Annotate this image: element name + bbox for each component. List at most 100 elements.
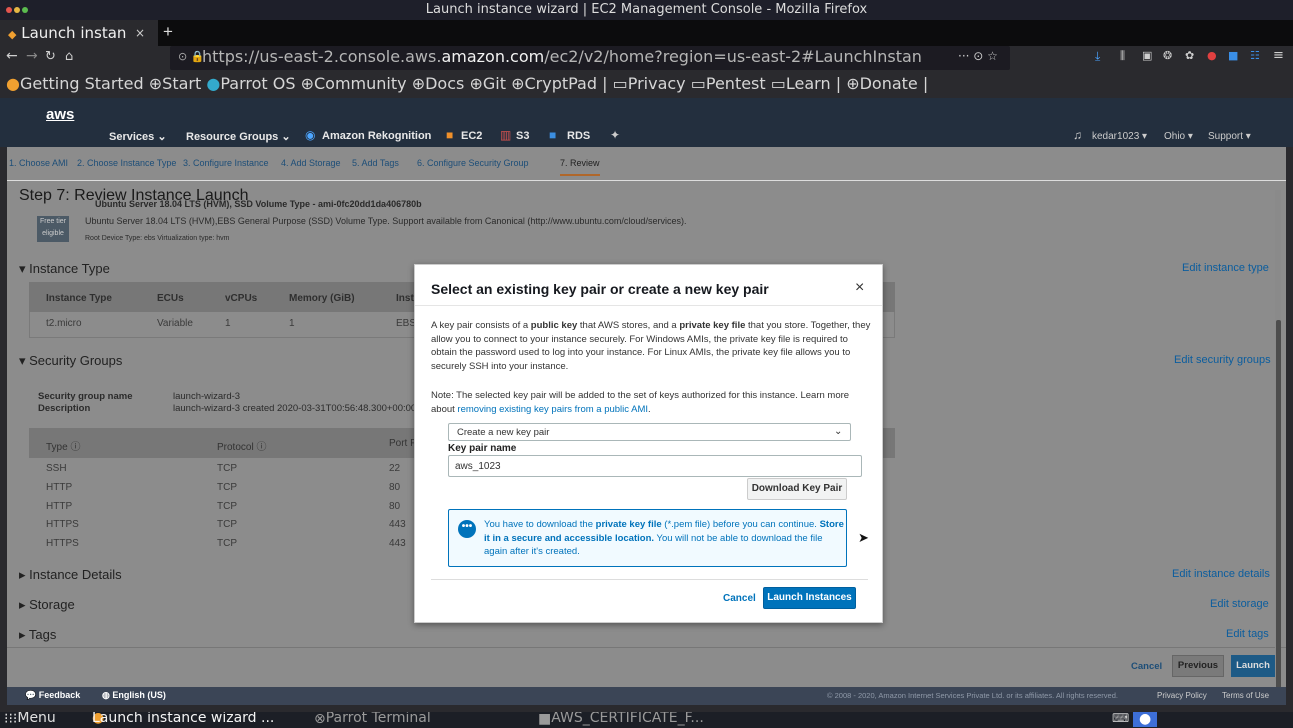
modal-header-divider [415, 305, 882, 306]
bookmarks-bar: ●Getting Started ⊕Start ●Parrot OS ⊕Comm… [0, 70, 1293, 98]
step-add-storage[interactable]: 4. Add Storage [281, 158, 341, 168]
aws-top-nav: aws Services ⌄ Resource Groups ⌄ ◉ Amazo… [0, 98, 1293, 147]
step-security-group[interactable]: 6. Configure Security Group [417, 158, 529, 168]
bookmark-learn[interactable]: ▭Learn [771, 74, 831, 93]
pin-icon[interactable]: ✦ [610, 128, 620, 142]
reload-icon[interactable]: ↻ [45, 49, 56, 64]
menu-icon[interactable]: ≡ [1273, 48, 1284, 63]
section-security-groups[interactable]: ▾ Security Groups [19, 353, 122, 369]
key-pair-explanation: A key pair consists of a public key that… [431, 320, 871, 372]
scrollbar-thumb[interactable] [1276, 320, 1281, 690]
remove-key-pairs-link[interactable]: removing existing key pairs from a publi… [457, 404, 648, 415]
start-menu[interactable]: ⁝⁝⁝ Menu [4, 712, 56, 727]
tray-keyboard-icon[interactable]: ⌨ [1112, 712, 1129, 725]
region-menu[interactable]: Ohio ▾ [1164, 131, 1193, 142]
browser-tab-active[interactable]: ◆ Launch instan × [0, 20, 158, 46]
bookmark-git[interactable]: ⊕Git [469, 74, 506, 93]
modal-cancel-button[interactable]: Cancel [723, 593, 756, 604]
step-configure-instance[interactable]: 3. Configure Instance [183, 158, 269, 168]
key-pair-name-label: Key pair name [448, 443, 517, 454]
maximize-window-dot[interactable] [22, 7, 28, 13]
services-menu[interactable]: Services ⌄ [109, 130, 167, 143]
previous-button[interactable]: Previous [1172, 655, 1224, 677]
new-tab-button[interactable]: + [163, 20, 173, 44]
page-cancel-link[interactable]: Cancel [1131, 661, 1162, 672]
sg-row-protocol: TCP [217, 463, 237, 474]
section-instance-type[interactable]: ▾ Instance Type [19, 261, 110, 277]
edit-tags-link[interactable]: Edit tags [1226, 628, 1269, 640]
launch-button[interactable]: Launch [1231, 655, 1275, 677]
step-review[interactable]: 7. Review [560, 158, 600, 176]
tab-close-icon[interactable]: × [135, 20, 145, 46]
bookmark-cryptpad[interactable]: ⊕CryptPad [511, 74, 597, 93]
section-tags[interactable]: ▸ Tags [19, 627, 56, 643]
extension3-icon[interactable]: ■ [1228, 49, 1238, 62]
bookmark-community[interactable]: ⊕Community [301, 74, 407, 93]
close-icon[interactable]: × [855, 279, 864, 297]
copyright-text: © 2008 - 2020, Amazon Internet Services … [827, 691, 1118, 700]
tray-firefox-icon[interactable]: ● [1133, 712, 1158, 727]
user-menu[interactable]: kedar1023 ▾ [1092, 131, 1147, 142]
step-choose-ami[interactable]: 1. Choose AMI [9, 158, 68, 168]
extension2-icon[interactable]: ✿ [1185, 49, 1194, 62]
os-taskbar: ⁝⁝⁝ Menu ● Launch instance wizard ... ⊗ … [0, 712, 1293, 728]
bell-icon[interactable]: ♫ [1073, 128, 1082, 142]
rds-link[interactable]: RDS [567, 130, 590, 142]
edit-storage-link[interactable]: Edit storage [1210, 598, 1269, 610]
section-storage[interactable]: ▸ Storage [19, 597, 75, 613]
aws-logo[interactable]: aws [46, 106, 74, 123]
key-pair-modal: Select an existing key pair or create a … [414, 264, 883, 623]
edit-instance-details-link[interactable]: Edit instance details [1172, 568, 1270, 580]
extension4-icon[interactable]: ☷ [1250, 49, 1260, 62]
step-instance-type[interactable]: 2. Choose Instance Type [77, 158, 176, 168]
privacy-policy-link[interactable]: Privacy Policy [1157, 691, 1207, 700]
launch-instances-button[interactable]: Launch Instances [763, 587, 856, 609]
url-bar[interactable]: ⊙ 🔒 https://us-east-2.console.aws.amazon… [170, 46, 1010, 70]
bookmark-privacy[interactable]: ▭Privacy [613, 74, 686, 93]
info-alert-text: You have to download the private key fil… [484, 519, 844, 557]
key-pair-name-input[interactable] [448, 455, 862, 477]
close-window-dot[interactable] [6, 7, 12, 13]
taskbar-item-terminal[interactable]: ⊗ Parrot Terminal [314, 712, 431, 727]
support-menu[interactable]: Support ▾ [1208, 131, 1251, 142]
bookmark-docs[interactable]: ⊕Docs [412, 74, 465, 93]
divider [7, 647, 1286, 648]
home-icon[interactable]: ⌂ [65, 49, 73, 64]
download-icon[interactable]: ⤓ [1095, 49, 1100, 64]
url-text[interactable]: https://us-east-2.console.aws.amazon.com… [202, 47, 922, 66]
s3-link[interactable]: S3 [516, 130, 529, 142]
section-instance-details[interactable]: ▸ Instance Details [19, 567, 122, 583]
minimize-window-dot[interactable] [14, 7, 20, 13]
wizard-steps: 1. Choose AMI 2. Choose Instance Type 3.… [7, 147, 1286, 181]
bookmark-pentest[interactable]: ▭Pentest [691, 74, 766, 93]
library-icon[interactable]: ⫼ [1120, 49, 1125, 63]
step-add-tags[interactable]: 5. Add Tags [352, 158, 399, 168]
cell-ecus: Variable [157, 318, 193, 329]
resource-groups-menu[interactable]: Resource Groups ⌄ [186, 130, 291, 143]
extension-icon[interactable]: ❂ [1163, 49, 1172, 62]
taskbar-item-folder[interactable]: ■ AWS_CERTIFICATE_F... [538, 712, 704, 727]
bookmark-parrot-os[interactable]: ●Parrot OS [206, 74, 295, 93]
back-icon[interactable]: ← [6, 48, 18, 64]
info-alert: ••• You have to download the private key… [448, 509, 847, 567]
language-selector[interactable]: ◍ English (US) [102, 690, 166, 701]
terms-link[interactable]: Terms of Use [1222, 691, 1269, 700]
bookmark-donate[interactable]: ⊕Donate [846, 74, 918, 93]
page-actions-icon[interactable]: ··· ⊙ ☆ [958, 49, 998, 63]
edit-instance-type-link[interactable]: Edit instance type [1182, 262, 1269, 274]
forward-icon[interactable]: → [26, 48, 38, 64]
feedback-link[interactable]: 💬 Feedback [25, 690, 80, 701]
ublock-icon[interactable]: ● [1207, 49, 1217, 62]
edit-security-groups-link[interactable]: Edit security groups [1174, 354, 1271, 366]
bookmark-start[interactable]: ⊕Start [149, 74, 202, 93]
key-pair-select[interactable]: Create a new key pair ⌄ [448, 423, 851, 441]
bookmark-getting-started[interactable]: ●Getting Started [6, 74, 144, 93]
s3-icon: ▥ [500, 128, 512, 142]
browser-navbar: ← → ↻ ⌂ ⊙ 🔒 https://us-east-2.console.aw… [0, 46, 1293, 70]
rekognition-link[interactable]: Amazon Rekognition [322, 130, 431, 142]
sidebar-icon[interactable]: ▣ [1142, 49, 1152, 62]
tab-strip: ◆ Launch instan × + [0, 20, 1293, 46]
bookmark-separator: | [922, 74, 929, 93]
download-key-pair-button[interactable]: Download Key Pair [747, 478, 847, 500]
ec2-link[interactable]: EC2 [461, 130, 482, 142]
